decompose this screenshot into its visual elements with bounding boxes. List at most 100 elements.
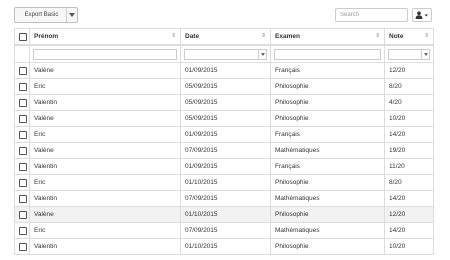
filter-date-select[interactable] [184,48,267,60]
table-row[interactable]: Valentin 05/09/2015 Philosophie 4/20 [14,94,434,111]
cell-examen: Mathématiques [270,222,385,239]
row-checkbox[interactable] [19,162,27,171]
cell-note: 12/20 [384,62,434,79]
cell-prenom: Eric [29,126,181,143]
cell-note: 8/20 [384,174,434,191]
row-select-cell [14,62,30,79]
cell-note: 11/20 [384,158,434,175]
cell-date: 05/09/2015 [180,78,271,95]
table-row[interactable]: Valentin 01/09/2015 Français 11/20 [14,158,434,175]
row-checkbox[interactable] [19,98,27,107]
cell-date: 01/09/2015 [180,62,271,79]
cell-prenom: Valène [29,110,181,127]
table-row[interactable]: Valentin 07/09/2015 Mathématiques 14/20 [14,190,434,207]
column-header-examen[interactable]: Examen ⇕ [270,28,385,46]
user-columns-icon [415,11,428,19]
cell-examen: Philosophie [270,206,385,223]
row-select-cell [14,174,30,191]
sort-icon[interactable]: ⇕ [261,33,266,39]
select-all-checkbox[interactable] [19,32,27,41]
table-row[interactable]: Valène 01/09/2015 Français 12/20 [14,62,434,79]
row-checkbox[interactable] [19,130,27,139]
cell-examen: Philosophie [270,110,385,127]
cell-prenom: Valentin [29,238,181,255]
cell-examen: Français [270,126,385,143]
column-header-date[interactable]: Date ⇕ [180,28,271,46]
row-select-cell [14,110,30,127]
cell-prenom: Eric [29,222,181,239]
cell-examen: Français [270,158,385,175]
cell-prenom: Valène [29,142,181,159]
cell-note: 12/20 [384,206,434,223]
filter-cell-examen [270,44,385,63]
table-row[interactable]: Valène 07/09/2015 Mathématiques 19/20 [14,142,434,159]
column-header-label: Examen [275,33,300,40]
row-checkbox[interactable] [19,178,27,187]
sort-icon[interactable]: ⇕ [171,33,176,39]
columns-toggle-button[interactable] [412,8,432,22]
cell-examen: Français [270,62,385,79]
filter-cell-empty [14,44,30,63]
row-checkbox[interactable] [19,114,27,123]
cell-date: 01/10/2015 [180,238,271,255]
search-input[interactable] [335,8,408,22]
cell-date: 05/09/2015 [180,110,271,127]
cell-prenom: Valentin [29,190,181,207]
sort-icon[interactable]: ⇕ [424,33,429,39]
cell-examen: Philosophie [270,78,385,95]
cell-note: 19/20 [384,142,434,159]
cell-note: 10/20 [384,238,434,255]
cell-examen: Philosophie [270,94,385,111]
row-select-cell [14,126,30,143]
cell-note: 14/20 [384,126,434,143]
table-row[interactable]: Valène 05/09/2015 Philosophie 10/20 [14,110,434,127]
row-checkbox[interactable] [19,226,27,235]
column-header-prenom[interactable]: Prénom ⇕ [29,28,181,46]
filter-note-select[interactable] [388,48,430,60]
cell-note: 14/20 [384,222,434,239]
cell-date: 01/10/2015 [180,206,271,223]
cell-note: 10/20 [384,110,434,127]
cell-prenom: Valène [29,206,181,223]
cell-prenom: Valentin [29,158,181,175]
row-select-cell [14,94,30,111]
table-row[interactable]: Eric 01/10/2015 Philosophie 8/20 [14,174,434,191]
row-select-cell [14,158,30,175]
column-header-label: Prénom [34,33,59,40]
chevron-down-icon [66,8,77,22]
row-select-cell [14,206,30,223]
cell-date: 07/09/2015 [180,190,271,207]
chevron-down-icon [258,49,266,59]
table-row[interactable]: Valentin 01/10/2015 Philosophie 10/20 [14,238,434,255]
row-checkbox[interactable] [19,194,27,203]
cell-examen: Mathématiques [270,190,385,207]
table-row[interactable]: Valène 01/10/2015 Philosophie 12/20 [14,206,434,223]
row-checkbox[interactable] [19,66,27,75]
chevron-down-icon [421,49,429,59]
filter-row [14,44,434,63]
filter-prenom-input[interactable] [33,48,177,60]
filter-examen-input[interactable] [274,48,381,60]
row-select-cell [14,238,30,255]
row-checkbox[interactable] [19,242,27,251]
table-row[interactable]: Eric 05/09/2015 Philosophie 8/20 [14,78,434,95]
row-checkbox[interactable] [19,210,27,219]
table-header-row: Prénom ⇕ Date ⇕ Examen ⇕ Note ⇕ [14,28,434,46]
table-row[interactable]: Eric 07/09/2015 Mathématiques 14/20 [14,222,434,239]
column-header-note[interactable]: Note ⇕ [384,28,434,46]
row-checkbox[interactable] [19,146,27,155]
row-select-cell [14,222,30,239]
cell-date: 01/09/2015 [180,158,271,175]
filter-cell-note [384,44,434,63]
row-checkbox[interactable] [19,82,27,91]
column-header-label: Date [185,33,200,40]
cell-examen: Philosophie [270,238,385,255]
sort-icon[interactable]: ⇕ [375,33,380,39]
export-basic-select[interactable]: Export Basic [14,7,78,23]
cell-date: 01/10/2015 [180,174,271,191]
cell-prenom: Eric [29,78,181,95]
filter-cell-prenom [29,44,181,63]
cell-note: 14/20 [384,190,434,207]
table-row[interactable]: Eric 01/09/2015 Français 14/20 [14,126,434,143]
row-select-cell [14,190,30,207]
